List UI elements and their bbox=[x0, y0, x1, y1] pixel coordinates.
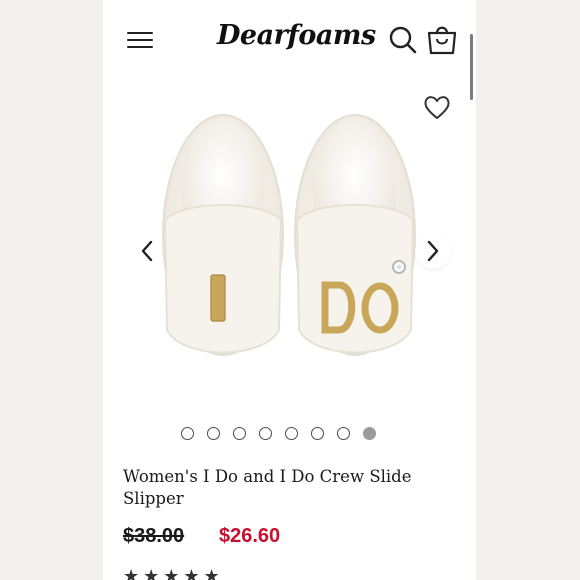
image-pagination bbox=[181, 427, 376, 440]
product-title: Women's I Do and I Do Crew Slide Slipper bbox=[123, 467, 412, 508]
pagination-dot[interactable] bbox=[259, 427, 272, 440]
search-icon[interactable] bbox=[388, 25, 418, 55]
shopping-bag-icon[interactable] bbox=[425, 22, 459, 56]
left-slipper: I bbox=[162, 114, 284, 356]
original-price: $38.00 bbox=[123, 525, 185, 547]
chevron-right-icon bbox=[427, 240, 439, 262]
right-slipper bbox=[294, 114, 416, 356]
next-image-button[interactable] bbox=[415, 233, 451, 269]
pagination-dot[interactable] bbox=[285, 427, 298, 440]
sale-price: $26.60 bbox=[219, 525, 281, 547]
pagination-dot[interactable] bbox=[311, 427, 324, 440]
brand-logo[interactable]: Dearfoams bbox=[217, 20, 376, 51]
previous-image-button[interactable] bbox=[129, 233, 165, 269]
pagination-dot[interactable] bbox=[207, 427, 220, 440]
hamburger-menu-icon[interactable] bbox=[127, 30, 153, 50]
pagination-dot[interactable] bbox=[181, 427, 194, 440]
pagination-dot[interactable] bbox=[337, 427, 350, 440]
scrollbar[interactable] bbox=[470, 34, 473, 100]
pagination-dot[interactable] bbox=[363, 427, 376, 440]
pagination-dot[interactable] bbox=[233, 427, 246, 440]
product-page: Dearfoams I bbox=[103, 0, 476, 580]
chevron-left-icon bbox=[141, 240, 153, 262]
rating-stars[interactable]: ★★★★★ bbox=[123, 566, 224, 580]
